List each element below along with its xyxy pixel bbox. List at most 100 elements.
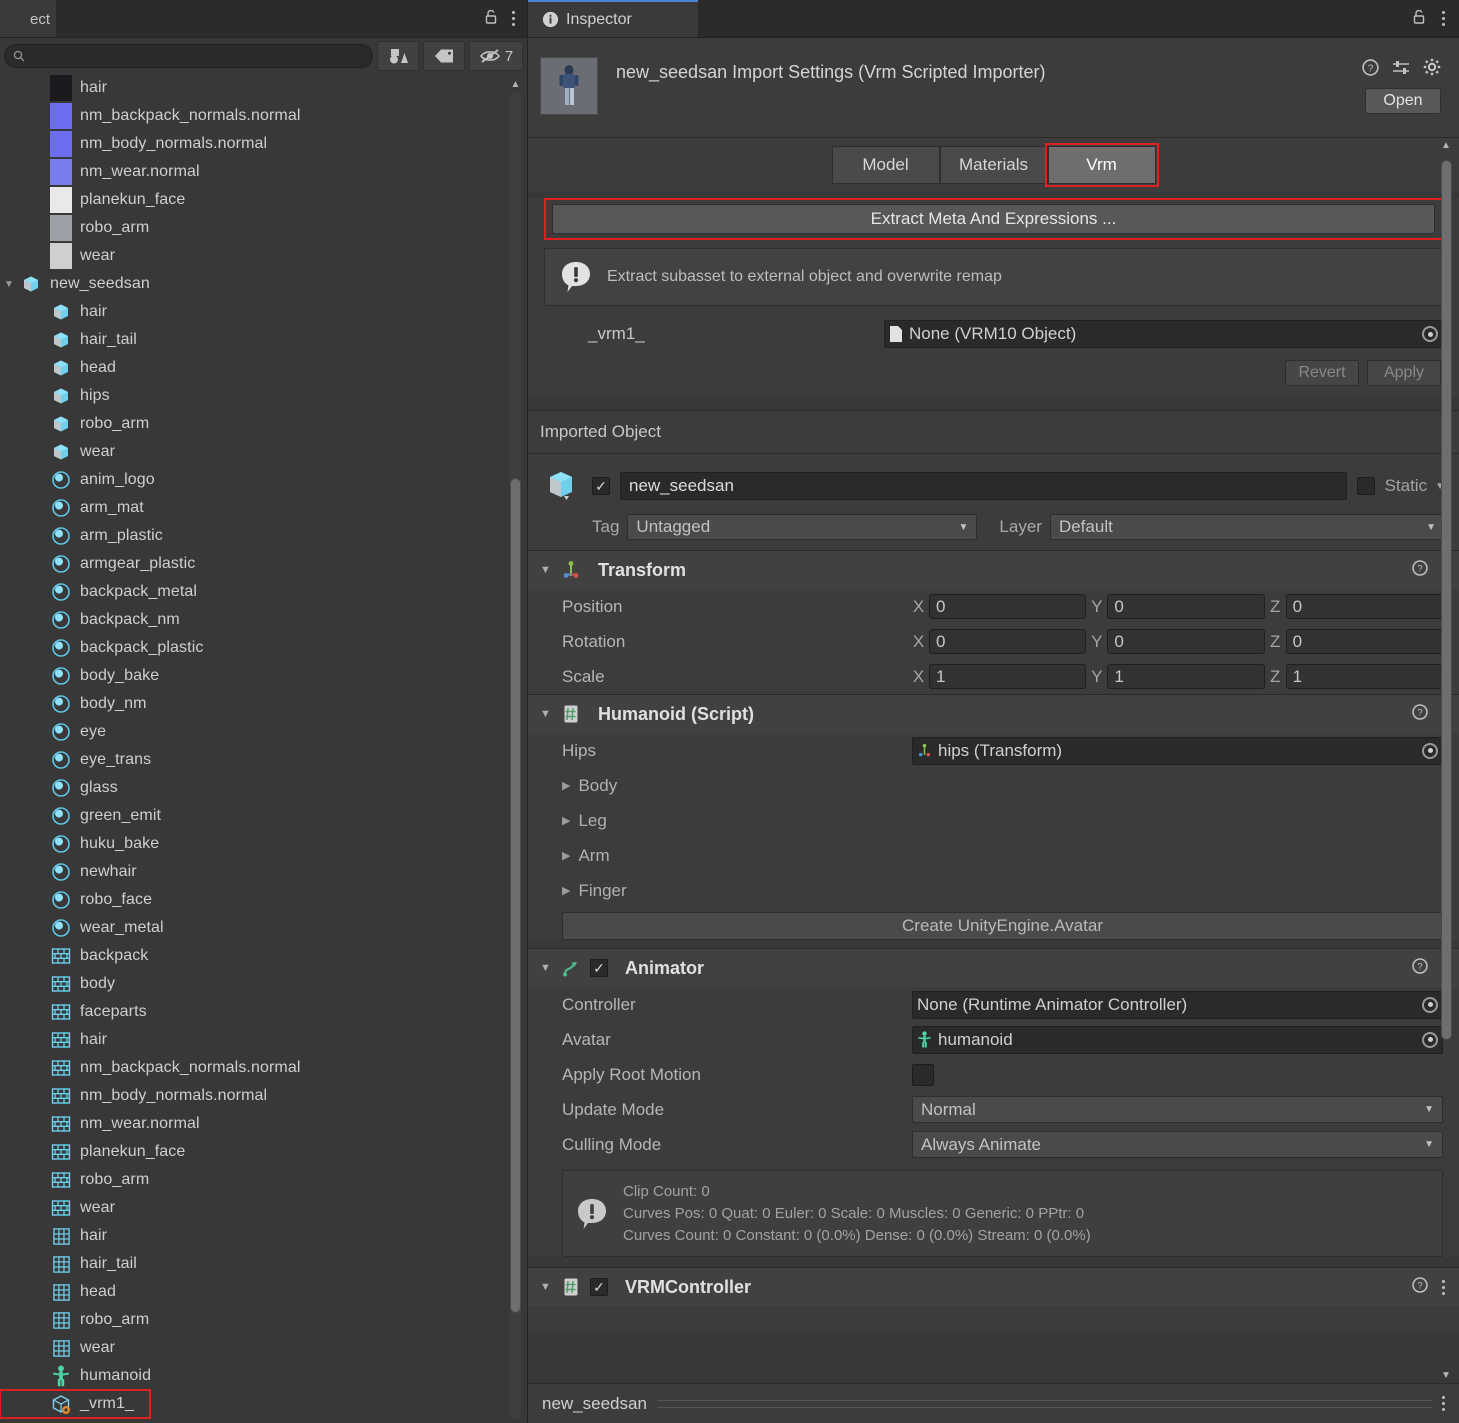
project-item[interactable]: arm_plastic [0, 522, 527, 550]
animator-enabled-checkbox[interactable]: ✓ [590, 959, 608, 977]
project-item[interactable]: body_nm [0, 690, 527, 718]
project-item[interactable]: head [0, 354, 527, 382]
tab-project[interactable]: ect [0, 0, 56, 37]
lock-icon[interactable] [1412, 9, 1426, 29]
project-item[interactable]: robo_arm [0, 410, 527, 438]
project-item[interactable]: wear_metal [0, 914, 527, 942]
search-input[interactable] [4, 44, 373, 68]
project-item[interactable]: huku_bake [0, 830, 527, 858]
help-icon[interactable]: ? [1412, 958, 1428, 978]
gear-icon[interactable] [1423, 58, 1441, 80]
project-item[interactable]: hair_tail [0, 1250, 527, 1278]
project-item[interactable]: backpack_nm [0, 606, 527, 634]
project-item[interactable]: nm_wear.normal [0, 1110, 527, 1138]
layer-dropdown[interactable]: Default ▼ [1049, 514, 1445, 540]
foldout-triangle-icon[interactable]: ▼ [0, 270, 18, 298]
foldout-triangle-icon[interactable]: ▶ [562, 779, 570, 792]
preset-icon[interactable] [1392, 59, 1410, 80]
hidden-items-button[interactable]: 7 [469, 41, 523, 71]
filter-by-label-button[interactable] [423, 41, 465, 71]
update-mode-dropdown[interactable]: Normal ▼ [912, 1096, 1443, 1123]
component-header[interactable]: ▼ Humanoid (Script) ? [528, 695, 1459, 733]
tab-vrm[interactable]: Vrm [1044, 143, 1159, 187]
project-item[interactable]: glass [0, 774, 527, 802]
project-item[interactable]: arm_mat [0, 494, 527, 522]
foldout-triangle-icon[interactable]: ▶ [562, 884, 570, 897]
humanoid-fold-finger[interactable]: ▶ Finger [528, 873, 1459, 908]
project-item[interactable]: armgear_plastic [0, 550, 527, 578]
vrmcontroller-enabled-checkbox[interactable]: ✓ [590, 1278, 608, 1297]
position-y-field[interactable]: 0 [1107, 594, 1265, 619]
tag-dropdown[interactable]: Untagged ▼ [627, 514, 978, 540]
project-item[interactable]: robo_arm [0, 1306, 527, 1334]
statusbar-grip[interactable] [656, 1399, 1432, 1408]
humanoid-fold-leg[interactable]: ▶ Leg [528, 803, 1459, 838]
foldout-triangle-icon[interactable]: ▼ [540, 708, 552, 720]
position-x-field[interactable]: 0 [929, 594, 1087, 619]
object-picker-icon[interactable] [1422, 326, 1438, 342]
project-item[interactable]: backpack [0, 942, 527, 970]
project-item[interactable]: eye [0, 718, 527, 746]
project-item[interactable]: anim_logo [0, 466, 527, 494]
scale-x-field[interactable]: 1 [929, 664, 1087, 689]
component-header[interactable]: ▼ ✓ Animator ? [528, 949, 1459, 987]
project-item[interactable]: hair_tail [0, 326, 527, 354]
component-header[interactable]: ▼ ✓ VRMController ? [528, 1268, 1459, 1307]
humanoid-fold-body[interactable]: ▶ Body [528, 768, 1459, 803]
project-item[interactable]: head [0, 1278, 527, 1306]
project-item[interactable]: planekun_face [0, 186, 527, 214]
gameobject-name-field[interactable]: new_seedsan [620, 472, 1347, 500]
project-item[interactable]: robo_arm [0, 214, 527, 242]
vrm-remap-object-field[interactable]: None (VRM10 Object) [884, 320, 1443, 348]
tab-inspector[interactable]: Inspector [528, 0, 698, 37]
object-picker-icon[interactable] [1422, 996, 1438, 1013]
foldout-triangle-icon[interactable]: ▶ [562, 814, 570, 827]
project-item[interactable]: hair [0, 1026, 527, 1054]
project-item[interactable]: backpack_plastic [0, 634, 527, 662]
open-button[interactable]: Open [1365, 88, 1441, 114]
hips-object-field[interactable]: hips (Transform) [912, 736, 1443, 765]
humanoid-fold-arm[interactable]: ▶ Arm [528, 838, 1459, 873]
position-z-field[interactable]: 0 [1285, 594, 1443, 619]
static-checkbox[interactable] [1356, 477, 1375, 495]
scroll-down-arrow[interactable]: ▼ [1441, 1370, 1451, 1381]
scroll-up-arrow[interactable]: ▲ [509, 78, 522, 90]
foldout-triangle-icon[interactable]: ▼ [540, 564, 552, 576]
project-item[interactable]: body [0, 970, 527, 998]
project-item[interactable]: hair [0, 298, 527, 326]
project-item[interactable]: body_bake [0, 662, 527, 690]
inspector-scroll-thumb[interactable] [1441, 160, 1452, 1040]
project-scroll-thumb[interactable] [510, 478, 521, 1313]
scale-z-field[interactable]: 1 [1285, 664, 1443, 689]
project-item[interactable]: wear [0, 242, 527, 270]
project-item[interactable]: robo_arm [0, 1166, 527, 1194]
object-picker-icon[interactable] [1422, 1031, 1438, 1048]
scale-y-field[interactable]: 1 [1107, 664, 1265, 689]
project-item[interactable]: planekun_face [0, 1138, 527, 1166]
rotation-x-field[interactable]: 0 [929, 629, 1087, 654]
project-item[interactable]: robo_face [0, 886, 527, 914]
object-picker-icon[interactable] [1422, 742, 1438, 759]
apply-root-motion-checkbox[interactable] [912, 1063, 934, 1086]
project-item[interactable]: wear [0, 438, 527, 466]
rotation-y-field[interactable]: 0 [1107, 629, 1265, 654]
help-icon[interactable]: ? [1412, 704, 1428, 724]
foldout-triangle-icon[interactable]: ▶ [562, 849, 570, 862]
foldout-triangle-icon[interactable]: ▼ [540, 1281, 552, 1293]
project-item[interactable]: hair [0, 74, 527, 102]
revert-button[interactable]: Revert [1285, 360, 1359, 386]
foldout-triangle-icon[interactable]: ▼ [540, 962, 552, 974]
more-menu-icon[interactable] [1442, 1396, 1445, 1411]
project-item[interactable]: faceparts [0, 998, 527, 1026]
static-label-wrap[interactable]: Static ▼ [1385, 476, 1445, 496]
scroll-up-arrow[interactable]: ▲ [1441, 140, 1451, 151]
help-icon[interactable]: ? [1412, 560, 1428, 580]
project-scrollbar[interactable]: ▲ [508, 78, 523, 1419]
project-item[interactable]: nm_backpack_normals.normal [0, 1054, 527, 1082]
inspector-scrollbar[interactable]: ▲ ▼ [1439, 140, 1455, 1381]
project-asset-list[interactable]: hair nm_backpack_normals.normal nm_body_no… [0, 74, 527, 1423]
more-menu-icon[interactable] [512, 11, 515, 26]
rotation-z-field[interactable]: 0 [1285, 629, 1443, 654]
project-item[interactable]: nm_wear.normal [0, 158, 527, 186]
project-item[interactable]: nm_body_normals.normal [0, 130, 527, 158]
